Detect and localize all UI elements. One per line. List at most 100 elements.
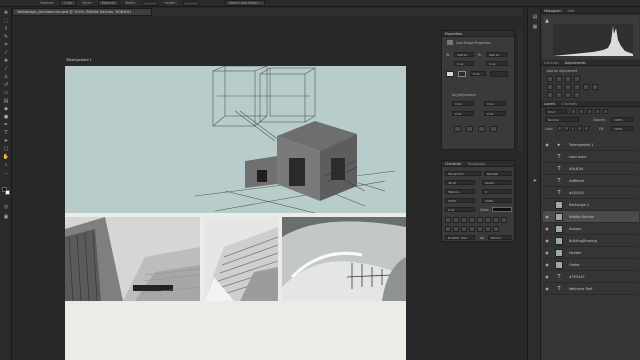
marquee-tool-icon[interactable]: ⬚ (2, 18, 10, 24)
blend-mode-select[interactable]: Normal (545, 117, 579, 122)
photo-filter-adj-icon[interactable] (583, 84, 589, 90)
invert-adj-icon[interactable] (547, 92, 553, 98)
all-caps-icon[interactable] (461, 217, 467, 223)
old-style-icon[interactable] (453, 226, 459, 232)
select-and-mask-button[interactable]: Select and Mask... (224, 0, 265, 6)
layer-visibility-eye-icon[interactable]: ◉ (543, 142, 551, 147)
artboard[interactable] (65, 66, 406, 360)
lock-position-icon[interactable] (570, 126, 576, 131)
stroke-type-select[interactable] (490, 71, 508, 77)
fill-swatch[interactable] (446, 71, 454, 77)
lasso-tool-icon[interactable]: ℓ (2, 26, 10, 32)
font-family-select[interactable]: Myriad Pro (445, 171, 481, 176)
pathfinder-subtract-icon[interactable] (466, 126, 473, 132)
fractions-icon[interactable] (493, 226, 499, 232)
opacity-field[interactable]: 100% (611, 117, 633, 122)
quick-mask-icon[interactable]: ◎ (2, 204, 10, 210)
quick-select-tool-icon[interactable]: ✎ (2, 34, 10, 40)
gradient-tool-icon[interactable]: ▤ (2, 98, 10, 104)
text-color-swatch[interactable] (492, 207, 512, 212)
layer-row[interactable]: T #LOGO0 (543, 187, 639, 199)
filter-smart-icon[interactable] (603, 109, 608, 114)
curves-adj-icon[interactable] (565, 76, 571, 82)
corner-br-field[interactable]: 0 px (484, 111, 506, 116)
subscript-icon[interactable] (485, 217, 491, 223)
language-select[interactable]: English: USA (445, 235, 475, 240)
zoom-tool-icon[interactable]: ⌕ (2, 162, 10, 168)
width-input[interactable] (142, 0, 159, 6)
background-color-swatch[interactable] (5, 190, 10, 195)
crop-tool-icon[interactable]: ⌗ (2, 42, 10, 48)
vibrance-adj-icon[interactable] (547, 84, 553, 90)
stylistic-alt-icon[interactable] (469, 226, 475, 232)
tab-info[interactable]: Info (568, 9, 574, 13)
layer-visibility-eye-icon[interactable]: ◉ (543, 274, 551, 279)
layer-row[interactable]: ◉ T #TE3x2S (543, 271, 639, 283)
threshold-adj-icon[interactable] (565, 92, 571, 98)
channel-mixer-adj-icon[interactable] (592, 84, 598, 90)
ligature-icon[interactable] (445, 226, 451, 232)
filter-shape-icon[interactable] (595, 109, 600, 114)
layer-group-row[interactable]: ◉ ▸ Tekengebied 1 (543, 139, 639, 151)
history-panel-icon[interactable]: ▤ (531, 14, 539, 20)
dodge-tool-icon[interactable]: ● (2, 114, 10, 120)
underline-icon[interactable] (493, 217, 499, 223)
height-field[interactable]: 402 px (486, 52, 508, 57)
histogram-warning-icon[interactable]: ▲ (545, 18, 551, 24)
eyedropper-tool-icon[interactable]: ⁄ (2, 50, 10, 56)
y-field[interactable]: 0 px (486, 61, 508, 66)
stroke-swatch[interactable] (458, 71, 466, 77)
leading-field[interactable]: (Auto) (482, 180, 512, 185)
shape-tool-icon[interactable]: ▢ (2, 146, 10, 152)
layer-row[interactable]: ◉ Footer (543, 259, 639, 271)
filter-type-icon[interactable] (587, 109, 592, 114)
lock-artboard-icon[interactable] (577, 126, 583, 131)
color-balance-adj-icon[interactable] (565, 84, 571, 90)
tab-character[interactable]: Character (445, 162, 462, 166)
exposure-adj-icon[interactable] (574, 76, 580, 82)
baseline-field[interactable]: 0 pt (445, 207, 475, 212)
layer-row[interactable]: Rectangle 2 (543, 199, 639, 211)
x-field[interactable]: 0 px (454, 61, 474, 66)
layer-visibility-eye-icon[interactable]: ◉ (543, 214, 551, 219)
font-style-select[interactable]: Regular (484, 171, 512, 176)
lock-all-icon[interactable] (584, 126, 589, 131)
layer-visibility-eye-icon[interactable]: ◉ (543, 250, 551, 255)
layer-visibility-eye-icon[interactable]: ◉ (543, 226, 551, 231)
width-field[interactable]: 340 px (454, 52, 474, 57)
layer-row[interactable]: ◉ Images (543, 223, 639, 235)
layer-row[interactable]: T #offered (543, 175, 639, 187)
layer-row[interactable]: ◉ T Welcome Text (543, 283, 639, 295)
levels-adj-icon[interactable] (556, 76, 562, 82)
layer-visibility-eye-icon[interactable]: ◉ (543, 262, 551, 267)
height-input[interactable] (182, 0, 199, 6)
document-tab[interactable]: Webdesign_Architecture.psd @ 100% (Middl… (12, 8, 152, 16)
bw-adj-icon[interactable] (574, 84, 580, 90)
feather-input[interactable]: 0 px (60, 0, 77, 6)
blur-tool-icon[interactable]: ◆ (2, 106, 10, 112)
eraser-tool-icon[interactable]: ▭ (2, 90, 10, 96)
faux-italic-icon[interactable] (453, 217, 459, 223)
layer-filter-kind-select[interactable]: Kind (545, 109, 567, 114)
lock-transparent-icon[interactable] (557, 126, 562, 131)
posterize-adj-icon[interactable] (556, 92, 562, 98)
layer-visibility-eye-icon[interactable]: ◉ (543, 238, 551, 243)
tab-layers[interactable]: Layers (544, 102, 555, 106)
pen-tool-icon[interactable]: ✒ (2, 122, 10, 128)
lock-image-icon[interactable] (563, 126, 569, 131)
vertical-scale-field[interactable]: 100% (445, 198, 475, 203)
corner-tl-field[interactable]: 0 px (452, 101, 474, 106)
history-brush-tool-icon[interactable]: ↺ (2, 82, 10, 88)
strikethrough-icon[interactable] (501, 217, 507, 223)
more-tools-icon[interactable]: … (2, 170, 10, 176)
move-tool-icon[interactable]: ✥ (2, 10, 10, 16)
stroke-width-field[interactable]: 0 px (470, 71, 486, 76)
corner-tr-field[interactable]: 0 px (484, 101, 506, 106)
tab-channels[interactable]: Channels (561, 102, 577, 106)
antialias-select[interactable]: Strong (488, 235, 512, 240)
tab-histogram[interactable]: Histogram (544, 9, 562, 13)
tab-adjustments[interactable]: Adjustments (565, 61, 586, 65)
pathfinder-combine-icon[interactable] (454, 126, 461, 132)
healing-tool-icon[interactable]: ✚ (2, 58, 10, 64)
brush-tool-icon[interactable]: ∕ (2, 66, 10, 72)
